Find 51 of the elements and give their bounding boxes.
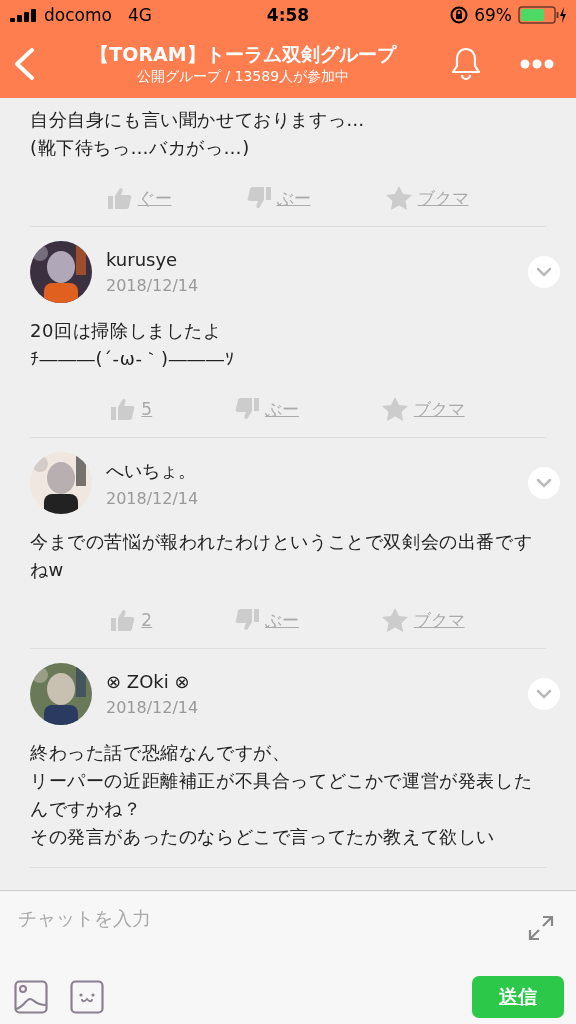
battery-icon — [518, 6, 566, 24]
network-type: 4G — [127, 5, 152, 25]
battery-percent: 69% — [474, 5, 512, 25]
group-title: 【TORAM】トーラム双剣グループ — [90, 42, 396, 67]
post-menu-button[interactable] — [528, 678, 560, 710]
bookmark-link[interactable]: ブクマ — [385, 186, 469, 210]
post-menu-button[interactable] — [528, 467, 560, 499]
post-text: 今までの苦悩が報われたわけということで双剣会の出番ですねw — [30, 530, 534, 582]
like-link[interactable]: ぐー — [107, 186, 172, 210]
post-date: 2018/12/14 — [106, 698, 199, 717]
clock: 4:58 — [265, 5, 311, 25]
post-date: 2018/12/14 — [106, 276, 199, 295]
thumbs-up-icon — [111, 609, 136, 631]
post-text: 自分自身にも言い聞かせておりますっ… (靴下待ちっ…バカがっ…) — [30, 108, 366, 160]
author-name[interactable]: へいちょ。 — [106, 458, 199, 483]
bell-icon[interactable] — [450, 46, 482, 82]
more-icon[interactable] — [520, 59, 554, 69]
author-name[interactable]: kurusye — [106, 249, 199, 270]
star-icon — [381, 397, 408, 421]
post-menu-button[interactable] — [528, 256, 560, 288]
thumbs-down-icon — [234, 398, 259, 420]
expand-icon[interactable] — [528, 915, 554, 941]
send-button[interactable]: 送信 — [472, 976, 564, 1018]
chevron-down-icon — [536, 267, 552, 277]
star-icon — [385, 186, 412, 210]
group-subtitle: 公開グループ / 13589人が参加中 — [136, 68, 350, 86]
bookmark-link[interactable]: ブクマ — [381, 608, 465, 632]
emoji-face-icon[interactable] — [70, 980, 104, 1014]
bookmark-link[interactable]: ブクマ — [381, 397, 465, 421]
star-icon — [381, 608, 408, 632]
chat-input[interactable]: チャットを入力 — [12, 903, 528, 933]
back-icon[interactable] — [12, 47, 36, 81]
dislike-link[interactable]: ぶー — [234, 608, 299, 632]
signal-icon — [10, 8, 38, 22]
dislike-link[interactable]: ぶー — [234, 397, 299, 421]
image-icon[interactable] — [14, 980, 48, 1014]
like-link[interactable]: 5 — [111, 397, 153, 421]
author-name[interactable]: ⊗ ZOki ⊗ — [106, 671, 199, 692]
post-text: 20回は掃除しましたよ ﾁ―――(´-ω-｀)―――ｿ — [30, 319, 236, 371]
carrier-name: docomo — [44, 5, 112, 25]
post-date: 2018/12/14 — [106, 488, 199, 508]
chevron-down-icon — [536, 478, 552, 488]
chevron-down-icon — [536, 689, 552, 699]
rotation-lock-icon — [450, 6, 469, 24]
dislike-link[interactable]: ぶー — [246, 186, 311, 210]
like-link[interactable]: 2 — [111, 608, 153, 632]
thumbs-down-icon — [234, 609, 259, 631]
post-text: 終わった話で恐縮なんですが、 リーパーの近距離補正が不具合ってどこかで運営が発表したんですかね？ その発言があったのならどこで言ってたか教えて欲しい — [30, 741, 534, 849]
thumbs-up-icon — [111, 398, 136, 420]
thumbs-up-icon — [107, 187, 132, 209]
thumbs-down-icon — [246, 187, 271, 209]
